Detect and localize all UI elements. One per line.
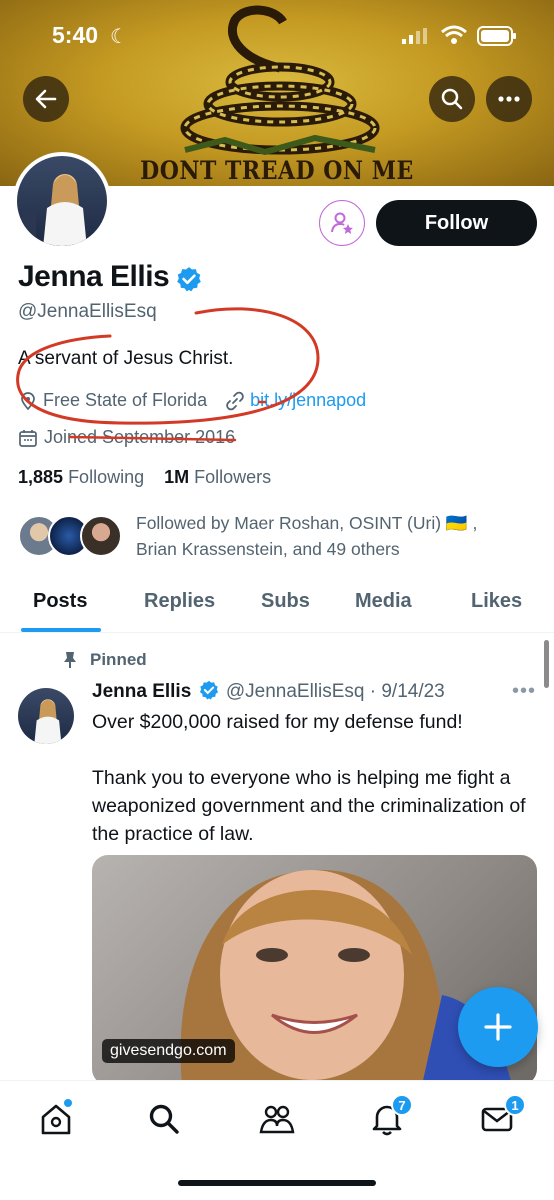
status-bar: 5:40 ☾ bbox=[0, 0, 554, 70]
nav-communities[interactable] bbox=[257, 1099, 297, 1139]
notifications-badge: 7 bbox=[391, 1094, 413, 1116]
profile-handle: @JennaEllisEsq bbox=[18, 301, 157, 322]
post-text: Over $200,000 raised for my defense fund… bbox=[92, 711, 526, 845]
tab-subs[interactable]: Subs bbox=[261, 590, 310, 613]
follow-stats: 1,885 Following 1M Followers bbox=[18, 467, 271, 488]
plus-icon bbox=[484, 1013, 512, 1041]
pinned-label: Pinned bbox=[62, 650, 147, 670]
nav-home[interactable] bbox=[36, 1099, 76, 1139]
post-header: Jenna Ellis @JennaEllisEsq · 9/14/23 bbox=[92, 680, 445, 703]
home-icon bbox=[41, 1104, 71, 1135]
followed-by-text: Followed by Maer Roshan, OSINT (Uri) 🇺🇦 … bbox=[136, 513, 478, 559]
profile-name: Jenna Ellis bbox=[18, 260, 170, 293]
search-icon bbox=[149, 1104, 179, 1134]
search-button[interactable] bbox=[429, 76, 475, 122]
followers-link[interactable]: 1M Followers bbox=[164, 467, 271, 487]
moon-icon: ☾ bbox=[110, 26, 128, 48]
messages-badge: 1 bbox=[504, 1094, 526, 1116]
profile-avatar[interactable] bbox=[13, 152, 111, 250]
calendar-icon bbox=[19, 429, 37, 447]
communities-icon bbox=[259, 1105, 295, 1134]
battery-icon bbox=[477, 26, 516, 46]
verified-badge-icon bbox=[199, 680, 218, 700]
follow-button[interactable]: Follow bbox=[376, 200, 537, 246]
image-source-chip: givesendgo.com bbox=[102, 1039, 235, 1063]
post-author-name[interactable]: Jenna Ellis bbox=[92, 681, 191, 702]
back-button[interactable] bbox=[23, 76, 69, 122]
signal-icon bbox=[402, 28, 427, 44]
post-more-icon[interactable]: ••• bbox=[512, 680, 536, 703]
active-tab-indicator bbox=[21, 628, 101, 632]
nav-notifications[interactable]: 7 bbox=[367, 1094, 413, 1139]
profile-bio: A servant of Jesus Christ. bbox=[18, 348, 234, 369]
nav-messages[interactable]: 1 bbox=[477, 1094, 526, 1139]
arrow-left-icon bbox=[35, 89, 57, 109]
profile-link[interactable]: bit.ly/jennapod bbox=[250, 390, 366, 411]
profile-joined: Joined September 2016 bbox=[18, 427, 235, 448]
pin-icon bbox=[64, 652, 76, 668]
subscribe-button[interactable] bbox=[319, 200, 365, 246]
wifi-icon bbox=[441, 25, 467, 44]
tab-posts[interactable]: Posts bbox=[33, 590, 87, 613]
home-indicator bbox=[178, 1180, 376, 1186]
followed-by[interactable]: Followed by Maer Roshan, OSINT (Uri) 🇺🇦 … bbox=[18, 510, 538, 566]
more-button[interactable] bbox=[486, 76, 532, 122]
more-dots-icon bbox=[498, 96, 520, 102]
location-pin-icon bbox=[21, 391, 35, 410]
tab-media[interactable]: Media bbox=[355, 590, 412, 613]
profile-meta: Free State of Florida bit.ly/jennapod bbox=[18, 390, 366, 411]
post-handle-date: @JennaEllisEsq · 9/14/23 bbox=[225, 681, 445, 702]
tab-replies[interactable]: Replies bbox=[144, 590, 215, 613]
link-icon bbox=[226, 391, 244, 410]
verified-badge-icon[interactable] bbox=[176, 266, 202, 292]
subscribe-star-icon bbox=[331, 212, 353, 234]
status-time: 5:40 bbox=[52, 22, 99, 48]
follower-avatar bbox=[80, 515, 122, 557]
tab-likes[interactable]: Likes bbox=[471, 590, 522, 613]
search-icon bbox=[441, 88, 463, 110]
joined-date: Joined September 2016 bbox=[44, 427, 236, 447]
person-photo bbox=[22, 174, 87, 246]
person-photo bbox=[34, 699, 62, 744]
scrollbar[interactable] bbox=[544, 640, 549, 688]
nav-search[interactable] bbox=[144, 1099, 184, 1139]
following-link[interactable]: 1,885 Following bbox=[18, 467, 144, 487]
home-unread-dot bbox=[64, 1099, 72, 1107]
profile-tabs: Posts Replies Subs Media Likes bbox=[0, 578, 554, 633]
profile-location: Free State of Florida bbox=[43, 390, 208, 410]
post-author-avatar[interactable] bbox=[18, 688, 74, 744]
compose-button[interactable] bbox=[458, 987, 538, 1067]
